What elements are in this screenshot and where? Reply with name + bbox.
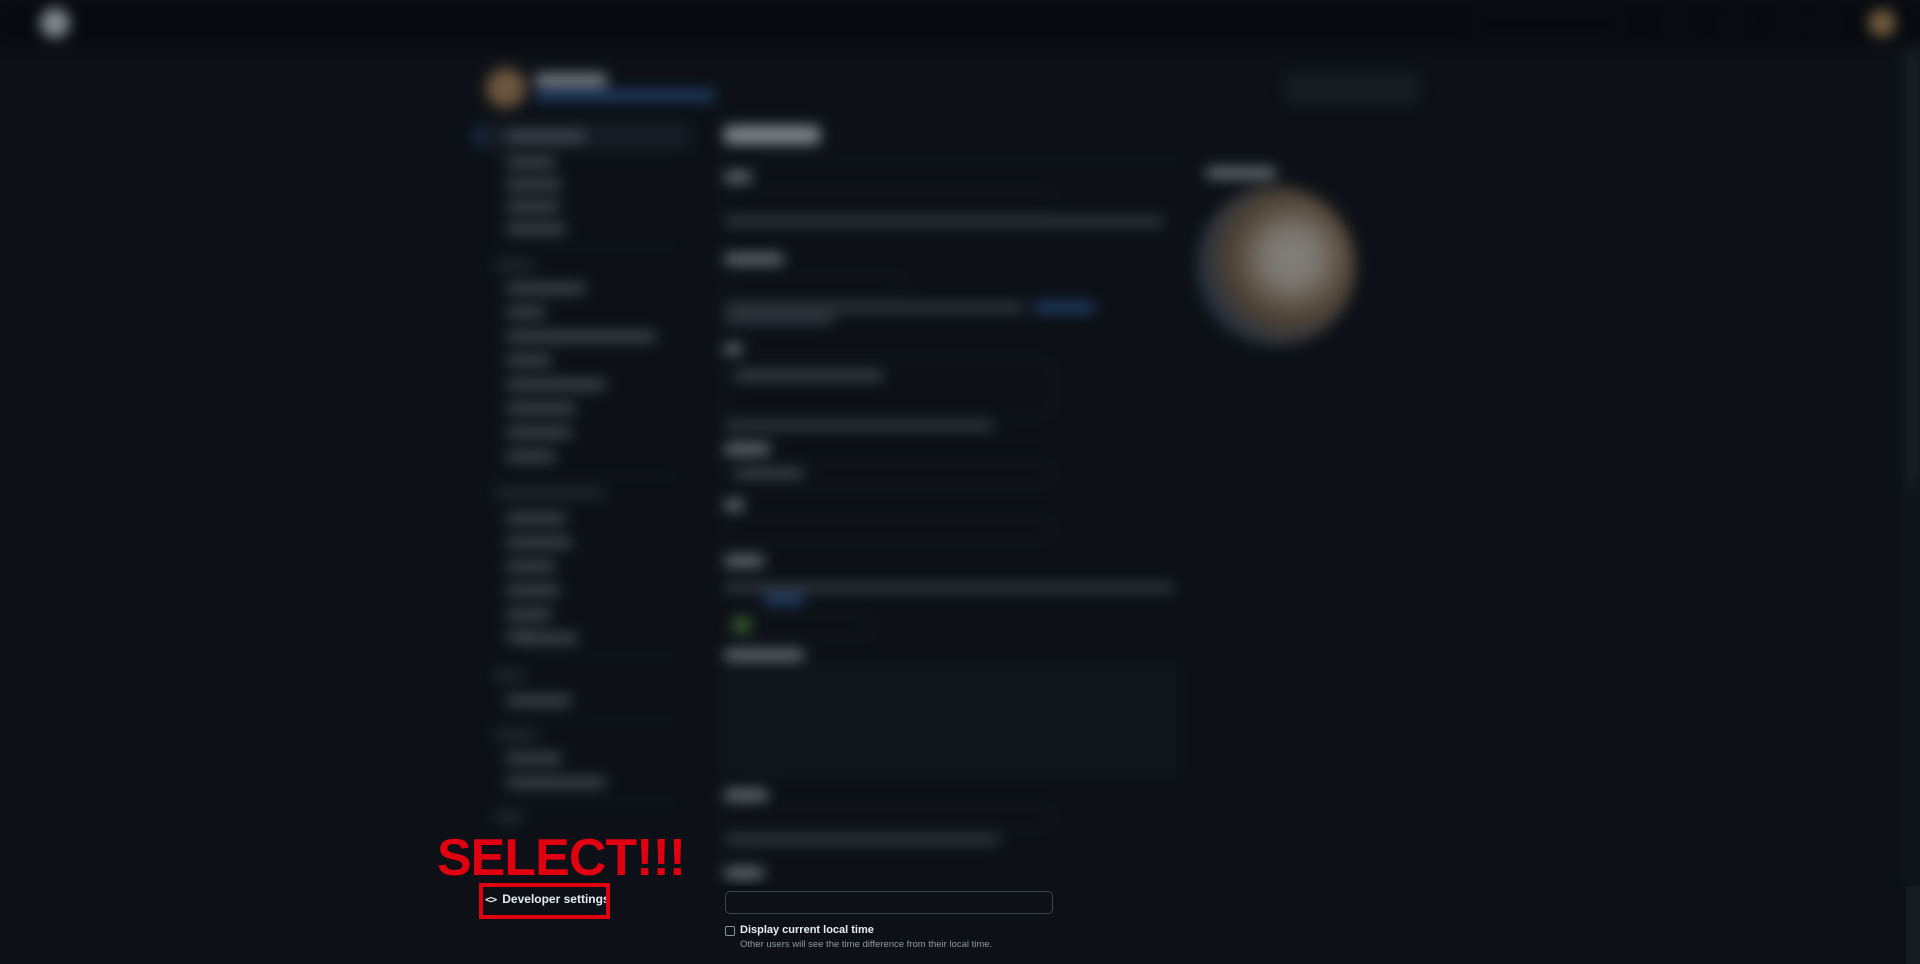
visible-settings-strip: <> Developer settings Display current lo… (0, 886, 1920, 964)
profile-avatar (486, 68, 526, 108)
pull-requests-icon (1775, 12, 1799, 36)
scrollbar-track-bottom (1906, 886, 1920, 964)
display-local-time-label: Display current local time (740, 924, 874, 936)
public-profile-button (1286, 74, 1418, 104)
blurred-page (0, 0, 1920, 886)
profile-subtitle (535, 92, 715, 99)
command-icon (1665, 12, 1689, 36)
top-search-field (1470, 11, 1622, 37)
logo-icon (40, 8, 70, 38)
profile-name (535, 74, 607, 86)
top-navigation-bar (0, 0, 1920, 46)
display-local-time-checkbox[interactable] (725, 926, 735, 936)
profile-text-field[interactable] (725, 891, 1053, 914)
profile-picture-label (1206, 168, 1276, 178)
inbox-icon (1815, 12, 1839, 36)
user-avatar (1868, 9, 1896, 37)
highlight-box (479, 883, 610, 919)
profile-picture (1196, 186, 1356, 346)
issues-icon (1723, 12, 1747, 36)
main-heading (724, 126, 820, 144)
display-local-time-description: Other users will see the time difference… (740, 939, 993, 950)
scrollbar-thumb[interactable] (1910, 46, 1916, 486)
select-callout: SELECT!!! (437, 829, 686, 887)
